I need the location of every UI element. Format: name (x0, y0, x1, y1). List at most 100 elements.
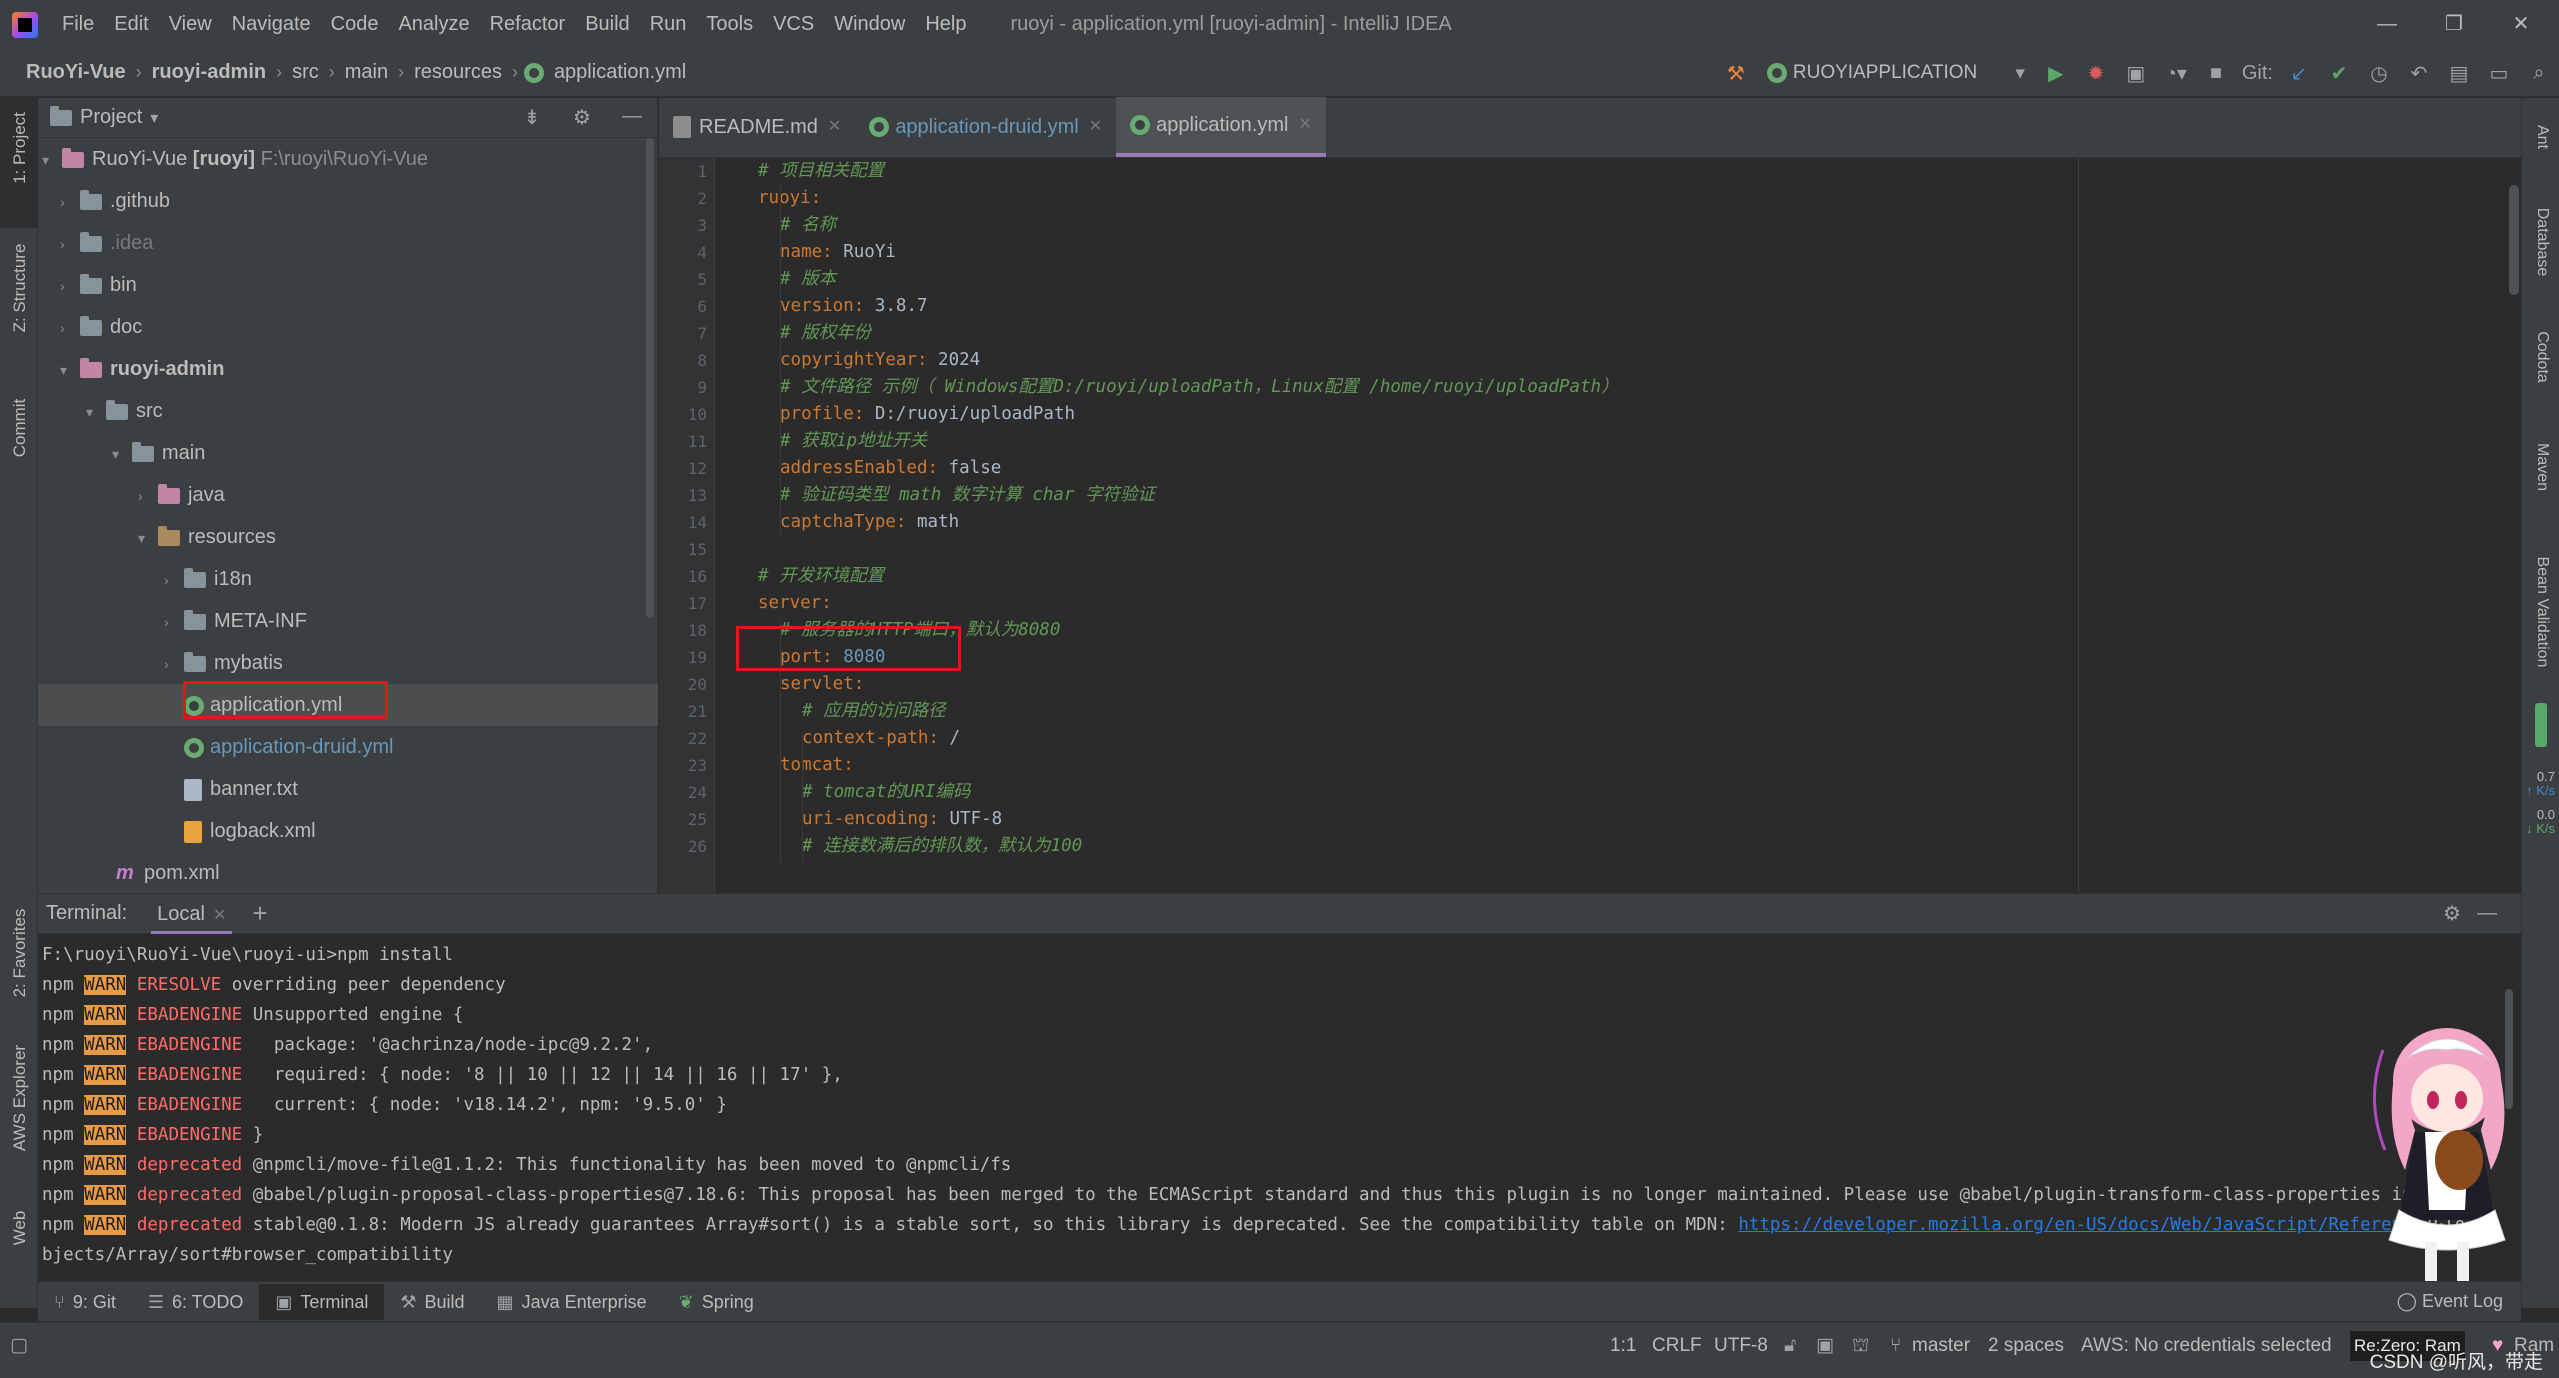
menu-tools[interactable]: Tools (696, 0, 763, 49)
close-icon[interactable]: ✕ (1298, 96, 1311, 154)
run-icon[interactable]: ▶ (2036, 61, 2076, 86)
tree-row-mybatis[interactable]: › mybatis (38, 642, 658, 684)
git-rollback-icon[interactable]: ↶ (2399, 61, 2439, 86)
tree-row-ruoyi-admin[interactable]: ▾ ruoyi-admin (38, 348, 658, 390)
git-history-icon[interactable]: ◷ (2359, 61, 2399, 86)
event-log-button[interactable]: ◯ Event Log (2397, 1291, 2503, 1312)
tool-tab-java-enterprise[interactable]: ▦ Java Enterprise (481, 1284, 663, 1320)
tool-tab-web[interactable]: Web (0, 1188, 38, 1268)
tree-row-resources[interactable]: ▾ resources (38, 516, 658, 558)
code-editor[interactable]: # 项目相关配置 ruoyi: # 名称 name: RuoYi # 版本 version… (716, 158, 2521, 893)
gear-icon[interactable]: ⚙ (2443, 901, 2461, 926)
breadcrumb-main[interactable]: main (341, 61, 392, 84)
tool-tab-ant[interactable]: Ant (2522, 98, 2559, 178)
project-structure-icon[interactable]: ▤ (2439, 61, 2479, 86)
menu-vcs[interactable]: VCS (763, 0, 824, 49)
menu-code[interactable]: Code (321, 0, 389, 49)
git-commit-icon[interactable]: ✔ (2319, 61, 2359, 86)
file-encoding[interactable]: UTF-8 (1714, 1323, 1768, 1369)
menu-navigate[interactable]: Navigate (222, 0, 321, 49)
tree-row-root[interactable]: ▾ RuoYi-Vue [ruoyi] F:\ruoyi\RuoYi-Vue (38, 138, 658, 180)
tree-row-doc[interactable]: › doc (38, 306, 658, 348)
tree-row-i18n[interactable]: › i18n (38, 558, 658, 600)
tool-tab-terminal[interactable]: ▣ Terminal (259, 1283, 385, 1320)
close-window-icon[interactable]: ✕ (2489, 0, 2553, 49)
menu-file[interactable]: File (52, 0, 104, 49)
tree-row-banner-txt[interactable]: banner.txt (38, 768, 658, 810)
tree-row-main[interactable]: ▾ main (38, 432, 658, 474)
menu-help[interactable]: Help (915, 0, 976, 49)
tool-tab-favorites[interactable]: 2: Favorites (0, 888, 38, 1018)
collapse-all-icon[interactable]: ⇟ (507, 105, 557, 130)
tree-row-meta-inf[interactable]: › META-INF (38, 600, 658, 642)
stop-icon[interactable]: ■ (2196, 62, 2236, 85)
hide-panel-icon[interactable]: — (2477, 902, 2497, 925)
new-terminal-plus-icon[interactable]: + (252, 898, 267, 929)
tool-tab-git[interactable]: ⑂ 9: Git (38, 1284, 132, 1320)
aws-credentials[interactable]: AWS: No credentials selected (2081, 1323, 2332, 1369)
restore-window-icon[interactable]: ❐ (2422, 0, 2486, 49)
tool-tab-codota[interactable]: Codota (2522, 308, 2559, 398)
close-icon[interactable]: ✕ (213, 907, 226, 924)
git-update-icon[interactable]: ↙ (2279, 61, 2319, 86)
tab-readme-md[interactable]: README.md ✕ (659, 97, 855, 157)
hide-panel-icon[interactable]: — (607, 105, 657, 130)
tool-tab-spring[interactable]: ❦ Spring (663, 1284, 770, 1320)
terminal-icon[interactable]: ▣ (1816, 1323, 1834, 1369)
debug-icon[interactable]: ✹ (2076, 61, 2116, 86)
git-branch[interactable]: master (1912, 1323, 1970, 1369)
terminal-link[interactable]: https://developer.mozilla.org/en-US/docs… (1738, 1215, 2423, 1235)
toggle-tool-windows-icon[interactable]: ▢ (10, 1323, 28, 1369)
tree-row-java[interactable]: › java (38, 474, 658, 516)
minimize-window-icon[interactable]: — (2355, 0, 2419, 49)
menu-window[interactable]: Window (824, 0, 915, 49)
line-separator[interactable]: CRLF (1652, 1323, 1702, 1369)
tool-tab-database[interactable]: Database (2522, 188, 2559, 288)
menu-view[interactable]: View (159, 0, 222, 49)
tool-tab-aws-explorer[interactable]: AWS Explorer (0, 1028, 38, 1168)
menu-refactor[interactable]: Refactor (480, 0, 576, 49)
build-hammer-icon[interactable]: ⚒ (1716, 61, 1756, 86)
editor-scrollbar[interactable] (2509, 185, 2519, 295)
chevron-down-icon[interactable]: ▾ (150, 108, 158, 128)
menu-run[interactable]: Run (640, 0, 697, 49)
menu-edit[interactable]: Edit (104, 0, 158, 49)
terminal-tab-local[interactable]: Local ✕ (151, 894, 233, 934)
tool-tab-todo[interactable]: ☰ 6: TODO (132, 1284, 260, 1320)
indent-setting[interactable]: 2 spaces (1988, 1323, 2064, 1369)
breadcrumb-file[interactable]: application.yml (550, 61, 690, 84)
tool-tab-commit[interactable]: Commit (0, 368, 38, 478)
tool-tab-build[interactable]: ⚒ Build (384, 1284, 480, 1320)
tool-tab-maven[interactable]: Maven (2522, 418, 2559, 508)
tree-row-src[interactable]: ▾ src (38, 390, 658, 432)
project-scrollbar[interactable] (646, 138, 654, 618)
breadcrumb-src[interactable]: src (288, 61, 323, 84)
run-with-coverage-icon[interactable]: ▣ (2116, 61, 2156, 86)
tool-tab-structure[interactable]: Z: Structure (0, 228, 38, 348)
breadcrumb-project[interactable]: RuoYi-Vue (22, 61, 130, 84)
lock-icon[interactable]: 🔓︎ (1784, 1323, 1796, 1369)
tool-tab-bean-validation[interactable]: Bean Validation (2522, 538, 2559, 688)
gear-icon[interactable]: ⚙ (557, 105, 607, 130)
close-icon[interactable]: ✕ (1089, 98, 1102, 156)
tab-application-yml[interactable]: application.yml ✕ (1116, 97, 1326, 157)
tree-row-idea[interactable]: › .idea (38, 222, 658, 264)
profile-icon[interactable]: ◔▾ (2156, 61, 2196, 86)
menu-analyze[interactable]: Analyze (388, 0, 479, 49)
breadcrumb-module[interactable]: ruoyi-admin (148, 61, 270, 84)
menu-build[interactable]: Build (575, 0, 639, 49)
tab-application-druid-yml[interactable]: application-druid.yml ✕ (855, 97, 1116, 157)
caret-position[interactable]: 1:1 (1610, 1323, 1636, 1369)
close-icon[interactable]: ✕ (828, 98, 841, 156)
tree-row-github[interactable]: › .github (38, 180, 658, 222)
hector-icon[interactable]: ⛫ (1852, 1323, 1869, 1369)
tree-row-application-yml[interactable]: application.yml (38, 684, 658, 726)
presentation-mode-icon[interactable]: ▭ (2479, 61, 2519, 86)
run-configuration-select[interactable]: RUOYIAPPLICATION ▾ (1755, 55, 2036, 91)
project-panel-title[interactable]: Project (80, 106, 142, 129)
tree-row-application-druid-yml[interactable]: application-druid.yml (38, 726, 658, 768)
tree-row-pom-xml[interactable]: m pom.xml (38, 852, 658, 894)
tool-tab-project[interactable]: 1: Project (0, 98, 38, 228)
breadcrumb-resources[interactable]: resources (410, 61, 506, 84)
tree-row-logback-xml[interactable]: logback.xml (38, 810, 658, 852)
